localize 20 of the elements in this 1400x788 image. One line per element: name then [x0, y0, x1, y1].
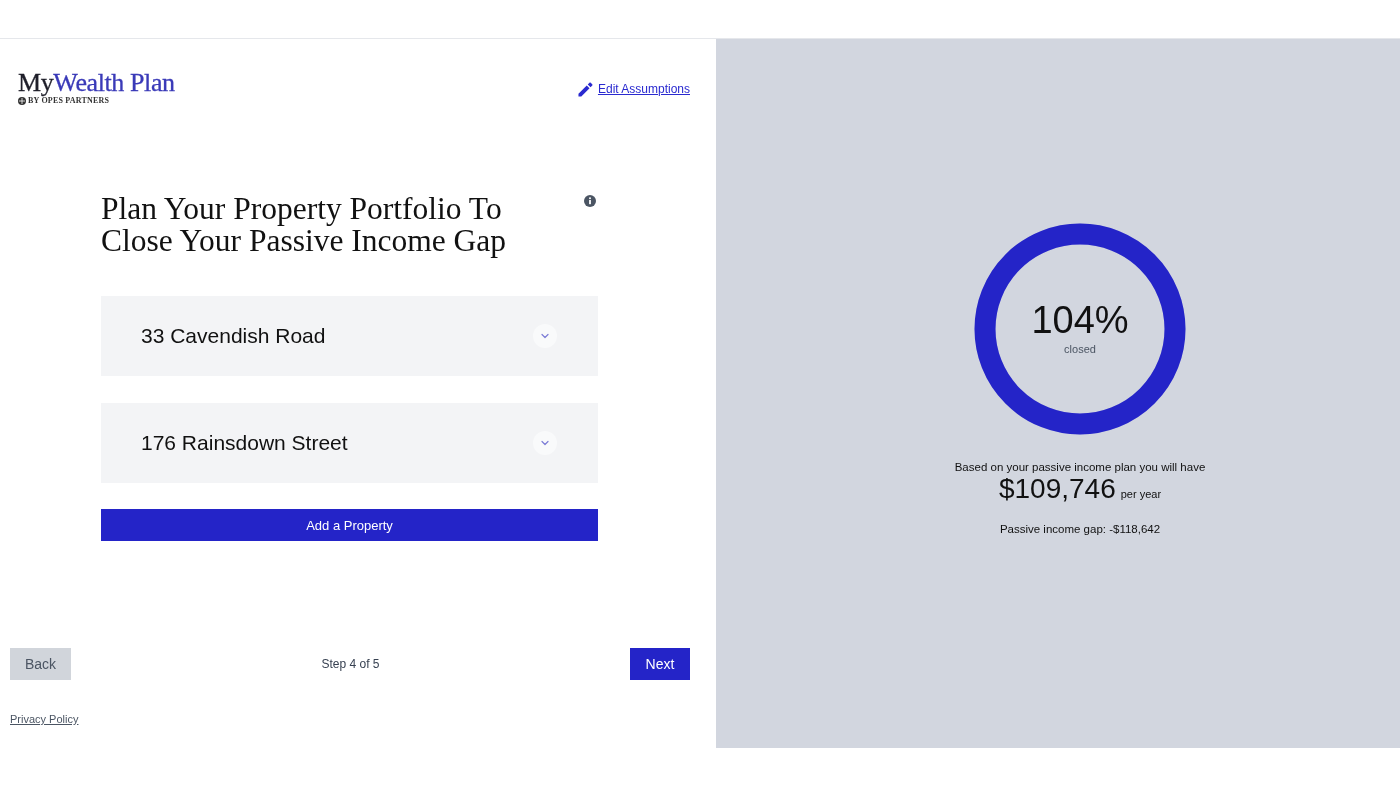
property-address: 33 Cavendish Road — [141, 324, 326, 348]
logo-tagline: BY OPES PARTNERS — [28, 96, 110, 105]
edit-assumptions-link[interactable]: Edit Assumptions — [597, 81, 690, 97]
privacy-policy-link[interactable]: Privacy Policy — [10, 713, 79, 725]
income-amount: $109,746 — [998, 473, 1116, 505]
pencil-icon[interactable] — [577, 81, 593, 97]
info-icon[interactable] — [584, 195, 596, 207]
percent-value: 104% — [1031, 299, 1129, 341]
income-intro-text: Based on your passive income plan you will have — [954, 460, 1206, 474]
back-button[interactable]: Back — [10, 648, 71, 680]
amount-unit: per year — [1120, 488, 1162, 500]
income-gap-text: Passive income gap: -$118,642 — [999, 523, 1161, 535]
add-property-button[interactable]: Add a Property — [101, 509, 598, 541]
step-indicator: Step 4 of 5 — [321, 657, 380, 671]
property-address: 176 Rainsdown Street — [141, 431, 348, 455]
page-heading: Plan Your Property Portfolio To Close Your Passive Income Gap — [101, 193, 508, 257]
property-card[interactable]: 33 Cavendish Road — [101, 296, 598, 376]
next-button[interactable]: Next — [630, 648, 690, 680]
percent-caption: closed — [1064, 343, 1096, 355]
property-card[interactable]: 176 Rainsdown Street — [101, 403, 598, 483]
